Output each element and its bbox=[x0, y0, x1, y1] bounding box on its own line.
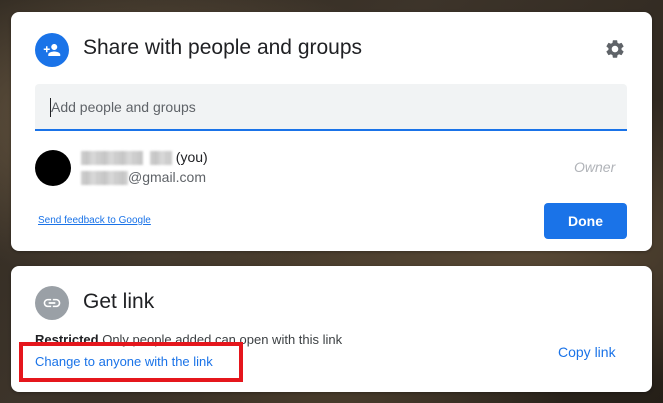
restriction-label: Restricted bbox=[35, 332, 99, 347]
restriction-description: Only people added can open with this lin… bbox=[102, 332, 343, 347]
redacted-email-block bbox=[81, 171, 128, 186]
redacted-name-block bbox=[149, 151, 172, 166]
avatar bbox=[35, 150, 71, 186]
copy-link-button[interactable]: Copy link bbox=[558, 344, 616, 360]
done-button[interactable]: Done bbox=[544, 203, 627, 239]
send-feedback-link[interactable]: Send feedback to Google bbox=[38, 215, 151, 226]
user-role-label: Owner bbox=[574, 159, 616, 175]
share-dialog-title: Share with people and groups bbox=[83, 36, 363, 59]
user-name-suffix: (you) bbox=[175, 149, 208, 165]
gear-icon bbox=[604, 38, 626, 65]
link-icon bbox=[35, 286, 69, 320]
add-people-input[interactable] bbox=[35, 84, 627, 129]
get-link-dialog: Get link Restricted Only people added ca… bbox=[11, 266, 652, 392]
add-people-field[interactable] bbox=[35, 84, 627, 131]
link-restriction-info: Restricted Only people added can open wi… bbox=[35, 332, 342, 347]
user-email: @gmail.com bbox=[81, 169, 207, 186]
change-link-access-button[interactable]: Change to anyone with the link bbox=[35, 354, 213, 369]
text-caret bbox=[50, 98, 51, 117]
get-link-title: Get link bbox=[83, 290, 155, 313]
user-email-suffix: @gmail.com bbox=[128, 169, 207, 185]
user-name: (you) bbox=[81, 149, 208, 166]
settings-button[interactable] bbox=[600, 36, 630, 66]
person-add-icon bbox=[35, 33, 69, 67]
share-dialog: Share with people and groups (you) @gmai… bbox=[11, 12, 652, 251]
redacted-name-block bbox=[81, 151, 143, 166]
